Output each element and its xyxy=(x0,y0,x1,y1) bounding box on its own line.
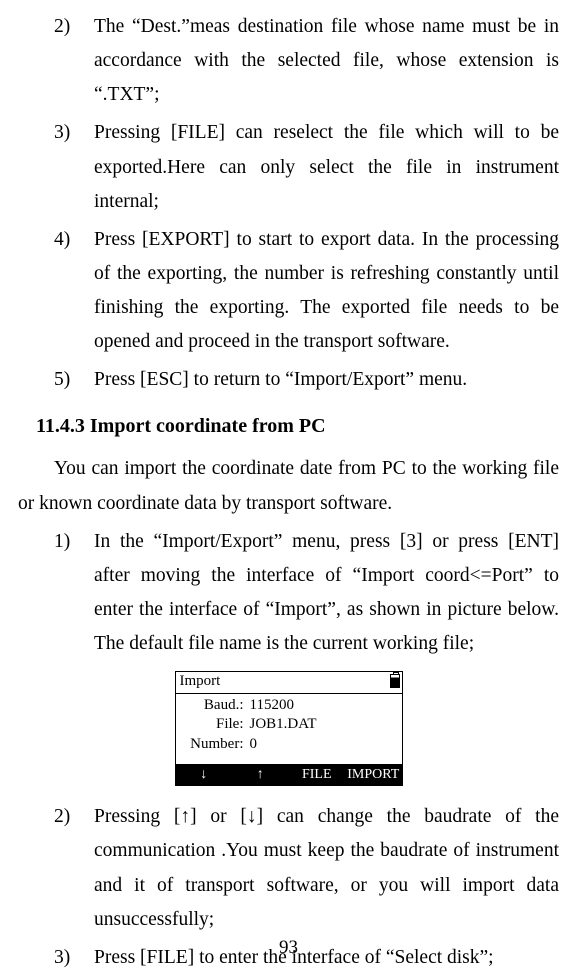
battery-icon xyxy=(390,674,400,688)
row-value: 115200 xyxy=(250,696,398,716)
list-text: Press [ESC] to return to “Import/Export”… xyxy=(94,363,559,397)
list-text: In the “Import/Export” menu, press [3] o… xyxy=(94,525,559,662)
instrument-screen: Import Baud.: 115200 File: JOB1.DAT Numb… xyxy=(175,671,403,786)
list-marker: 1) xyxy=(54,525,94,662)
screen-title-bar: Import xyxy=(176,672,402,694)
screen-row-baud: Baud.: 115200 xyxy=(180,696,398,716)
screen-row-number: Number: 0 xyxy=(180,735,398,755)
screen-body: Baud.: 115200 File: JOB1.DAT Number: 0 xyxy=(176,694,402,765)
row-label: File: xyxy=(180,715,250,735)
softkey-import[interactable]: IMPORT xyxy=(345,764,402,785)
list-marker: 2) xyxy=(54,10,94,112)
list-marker: 3) xyxy=(54,116,94,218)
list-marker: 2) xyxy=(54,800,94,937)
row-label: Baud.: xyxy=(180,696,250,716)
list-marker: 5) xyxy=(54,363,94,397)
list-a-item-5: 5) Press [ESC] to return to “Import/Expo… xyxy=(18,363,559,397)
list-c-item-2: 2) Pressing [↑] or [↓] can change the ba… xyxy=(18,800,559,937)
list-a-item-2: 2) The “Dest.”meas destination file whos… xyxy=(18,10,559,112)
row-value: 0 xyxy=(250,735,398,755)
list-a-item-3: 3) Pressing [FILE] can reselect the file… xyxy=(18,116,559,218)
softkey-down[interactable]: ↓ xyxy=(176,764,233,785)
list-text: The “Dest.”meas destination file whose n… xyxy=(94,10,559,112)
list-b-item-1: 1) In the “Import/Export” menu, press [3… xyxy=(18,525,559,662)
list-text: Press [EXPORT] to start to export data. … xyxy=(94,223,559,360)
softkey-file[interactable]: FILE xyxy=(289,764,346,785)
softkey-row: ↓ ↑ FILE IMPORT xyxy=(176,764,402,785)
row-label: Number: xyxy=(180,735,250,755)
screen-title-text: Import xyxy=(180,672,221,692)
screen-row-file: File: JOB1.DAT xyxy=(180,715,398,735)
intro-paragraph: You can import the coordinate date from … xyxy=(18,452,559,520)
softkey-up[interactable]: ↑ xyxy=(232,764,289,785)
list-a-item-4: 4) Press [EXPORT] to start to export dat… xyxy=(18,223,559,360)
page-content: 2) The “Dest.”meas destination file whos… xyxy=(18,10,559,975)
list-text: Pressing [↑] or [↓] can change the baudr… xyxy=(94,800,559,937)
section-heading: 11.4.3 Import coordinate from PC xyxy=(36,415,559,438)
list-text: Pressing [FILE] can reselect the file wh… xyxy=(94,116,559,218)
list-marker: 4) xyxy=(54,223,94,360)
instrument-screen-figure: Import Baud.: 115200 File: JOB1.DAT Numb… xyxy=(18,671,559,786)
page-number: 93 xyxy=(0,937,577,959)
row-value: JOB1.DAT xyxy=(250,715,398,735)
